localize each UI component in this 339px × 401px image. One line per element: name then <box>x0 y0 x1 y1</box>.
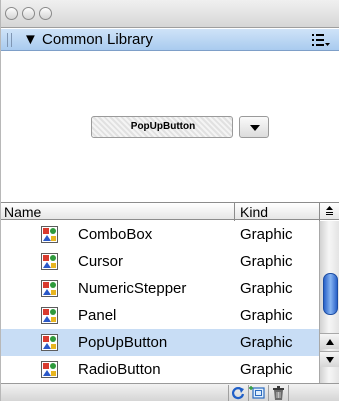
panel-title[interactable]: ▼ Common Library <box>23 31 153 48</box>
list-item-selected[interactable]: PopUpButton Graphic <box>1 329 319 356</box>
vertical-scrollbar[interactable] <box>319 221 339 383</box>
library-window: ▼ Common Library PopUpButton Name Kind C… <box>0 0 339 401</box>
column-options-icon[interactable] <box>325 206 334 216</box>
panel-title-label: Common Library <box>42 31 153 48</box>
list-item[interactable]: Cursor Graphic <box>1 248 319 275</box>
column-divider[interactable] <box>319 203 320 221</box>
graphic-symbol-icon <box>41 307 58 324</box>
graphic-symbol-icon <box>41 361 58 378</box>
minimize-window-button[interactable] <box>22 7 35 20</box>
disclosure-triangle-down-icon[interactable]: ▼ <box>23 31 38 48</box>
zoom-window-button[interactable] <box>39 7 52 20</box>
item-kind: Graphic <box>240 334 293 351</box>
new-symbol-icon <box>249 386 265 399</box>
new-symbol-button[interactable] <box>248 385 267 401</box>
list-item[interactable]: RadioButton Graphic <box>1 356 319 383</box>
preview-popup-button: PopUpButton <box>91 116 233 138</box>
item-name: PopUpButton <box>78 334 168 351</box>
preview-popup-label: PopUpButton <box>130 121 196 132</box>
item-kind: Graphic <box>240 253 293 270</box>
item-kind: Graphic <box>240 361 293 378</box>
arrow-down-icon <box>326 357 334 363</box>
toolbar-spacer <box>288 385 339 401</box>
close-window-button[interactable] <box>5 7 18 20</box>
preview-popup-arrow <box>239 116 269 138</box>
refresh-button[interactable] <box>228 385 247 401</box>
item-kind: Graphic <box>240 226 293 243</box>
trash-icon <box>273 386 284 400</box>
scroll-down-button[interactable] <box>320 351 339 367</box>
graphic-symbol-icon <box>41 253 58 270</box>
scroll-up-button[interactable] <box>320 333 339 349</box>
graphic-symbol-icon <box>41 226 58 243</box>
item-kind: Graphic <box>240 307 293 324</box>
list-item[interactable]: Panel Graphic <box>1 302 319 329</box>
panel-grip-icon[interactable] <box>7 33 13 47</box>
column-header: Name Kind <box>1 202 339 221</box>
refresh-icon <box>231 387 245 400</box>
delete-button[interactable] <box>268 385 287 401</box>
item-name: ComboBox <box>78 226 153 243</box>
arrow-up-icon <box>326 339 334 345</box>
scroll-thumb[interactable] <box>323 273 338 315</box>
item-name: Panel <box>78 307 117 324</box>
item-kind: Graphic <box>240 280 293 297</box>
library-item-list: ComboBox Graphic Cursor Graphic NumericS… <box>1 221 319 383</box>
window-titlebar[interactable] <box>1 0 339 28</box>
library-bottom-toolbar <box>1 383 339 401</box>
column-divider[interactable] <box>234 203 235 221</box>
item-name: Cursor <box>78 253 124 270</box>
item-name: RadioButton <box>78 361 161 378</box>
column-name-header[interactable]: Name <box>4 204 41 220</box>
list-item[interactable]: NumericStepper Graphic <box>1 275 319 302</box>
chevron-down-icon <box>250 125 260 131</box>
panel-menu-icon[interactable] <box>312 33 330 47</box>
item-name: NumericStepper <box>78 280 187 297</box>
graphic-symbol-icon <box>41 334 58 351</box>
list-item[interactable]: ComboBox Graphic <box>1 221 319 248</box>
column-kind-header[interactable]: Kind <box>240 204 268 220</box>
panel-header[interactable]: ▼ Common Library <box>1 29 339 51</box>
graphic-symbol-icon <box>41 280 58 297</box>
